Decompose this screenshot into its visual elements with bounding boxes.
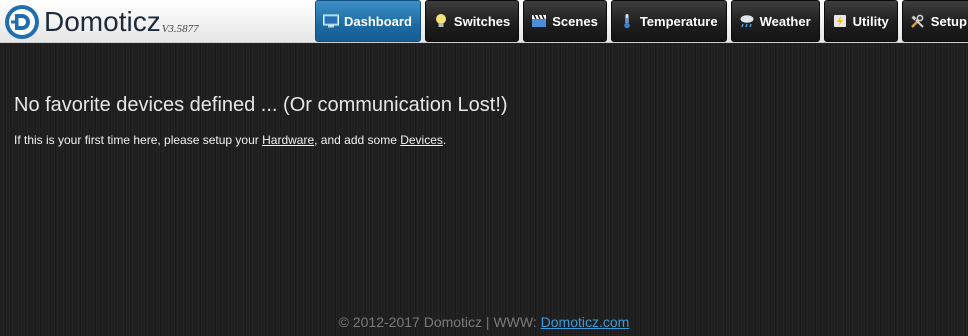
rain-cloud-icon — [739, 13, 755, 29]
nav-utility[interactable]: Utility — [823, 0, 898, 42]
nav-scenes[interactable]: Scenes — [523, 0, 607, 42]
domoticz-logo-icon — [4, 4, 40, 40]
top-navbar: Domoticz V3.5877 Dashboard Switches Scen… — [0, 0, 968, 43]
nav-temperature-label: Temperature — [639, 13, 718, 29]
thermometer-icon — [619, 13, 635, 29]
version-label: V3.5877 — [161, 23, 199, 35]
nav-scenes-label: Scenes — [552, 13, 598, 29]
clapperboard-icon — [531, 13, 547, 29]
nav-dashboard-label: Dashboard — [344, 13, 412, 29]
lightbulb-icon — [433, 13, 449, 29]
nav-weather-label: Weather — [759, 13, 811, 29]
nav-setup-label: Setup — [930, 13, 967, 29]
setup-hint-middle: , and add some — [314, 133, 401, 147]
copyright-text: © 2012-2017 Domoticz | WWW: — [338, 314, 541, 330]
nav-weather[interactable]: Weather — [730, 0, 820, 42]
brand-name: Domoticz — [44, 6, 161, 37]
devices-link[interactable]: Devices — [400, 133, 443, 147]
monitor-icon — [323, 13, 339, 29]
nav-switches-label: Switches — [453, 13, 511, 29]
main-nav: Dashboard Switches Scenes Temperature We… — [315, 0, 968, 43]
tools-icon — [910, 13, 926, 29]
hardware-link[interactable]: Hardware — [262, 133, 314, 147]
setup-hint-prefix: If this is your first time here, please … — [14, 133, 263, 147]
setup-hint-suffix: . — [442, 133, 447, 147]
nav-temperature[interactable]: Temperature — [610, 0, 727, 42]
nav-utility-label: Utility — [852, 13, 889, 29]
nav-dashboard[interactable]: Dashboard — [315, 0, 421, 42]
footer: © 2012-2017 Domoticz | WWW: Domoticz.com — [0, 314, 968, 330]
no-devices-title: No favorite devices defined ... (Or comm… — [14, 94, 508, 116]
website-link[interactable]: Domoticz.com — [541, 314, 630, 330]
nav-switches[interactable]: Switches — [424, 0, 520, 42]
nav-setup[interactable]: Setup — [901, 0, 968, 42]
setup-hint: If this is your first time here, please … — [14, 133, 446, 147]
lightning-icon — [832, 13, 848, 29]
brand[interactable]: Domoticz V3.5877 — [4, 3, 199, 41]
